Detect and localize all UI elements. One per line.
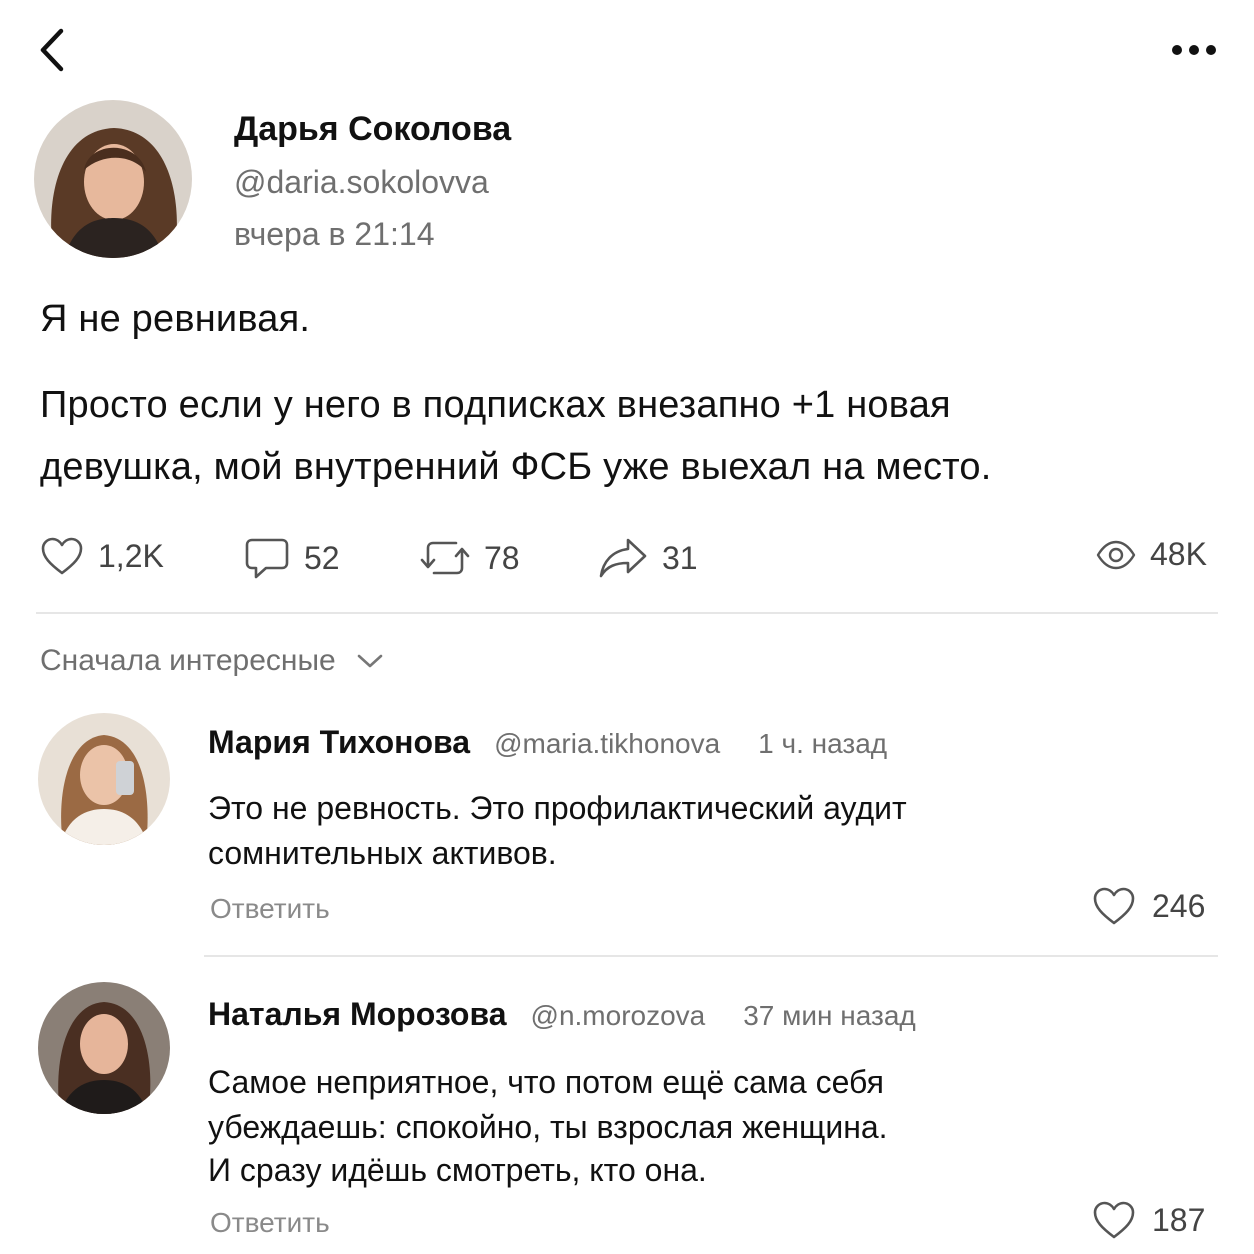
repost-count: 78 [484,539,520,576]
commenter-avatar[interactable] [38,982,170,1114]
divider [204,955,1218,957]
repost-button[interactable]: 78 [420,536,520,580]
post-time: вчера в 21:14 [234,216,435,252]
sort-label: Сначала интересные [40,644,336,677]
comment-text-line: И сразу идёшь смотреть, кто она. [208,1152,707,1188]
post-text-line: Я не ревнивая. [40,298,311,340]
commenter-handle[interactable]: @maria.tikhonova [494,728,720,760]
author-name[interactable]: Дарья Соколова [234,110,511,149]
sort-dropdown[interactable]: Сначала интересные [40,644,384,678]
more-icon [1172,45,1216,55]
heart-icon [41,537,83,575]
comment-count: 52 [304,539,340,576]
post-text-line: Просто если у него в подписках внезапно … [40,384,951,426]
comment-like-button[interactable]: 246 [1092,886,1205,926]
comment-text-line: Самое неприятное, что потом ещё сама себ… [208,1064,884,1100]
views-count: 48K [1150,536,1207,572]
like-count: 1,2K [98,537,164,574]
comment-icon [245,538,289,579]
comment-header: Мария Тихонова @maria.tikhonova 1 ч. наз… [208,724,887,761]
divider [36,612,1218,614]
comment-button[interactable]: 52 [244,536,340,580]
more-options-button[interactable] [1164,30,1224,70]
comment-text-line: убеждаешь: спокойно, ты взрослая женщина… [208,1109,888,1145]
back-icon [40,28,64,72]
heart-icon [1093,1201,1135,1239]
comment-like-button[interactable]: 187 [1092,1200,1205,1240]
comment-header: Наталья Морозова @n.morozova 37 мин наза… [208,996,916,1033]
commenter-name[interactable]: Мария Тихонова [208,724,470,761]
back-button[interactable] [28,24,76,76]
comment-time: 37 мин назад [743,1000,916,1031]
commenter-name[interactable]: Наталья Морозова [208,996,507,1033]
comment-text-line: Это не ревность. Это профилактический ау… [208,790,907,826]
commenter-handle[interactable]: @n.morozova [531,1000,706,1032]
reply-button[interactable]: Ответить [210,1207,330,1239]
comment-like-count: 187 [1152,1201,1206,1238]
eye-icon [1096,540,1136,569]
like-button[interactable]: 1,2K [40,536,164,576]
comment-time: 1 ч. назад [758,728,888,759]
share-button[interactable]: 31 [598,536,698,580]
commenter-avatar[interactable] [38,713,170,845]
author-handle[interactable]: @daria.sokolovva [234,164,489,201]
author-avatar[interactable] [34,100,192,258]
share-icon [599,538,647,578]
share-count: 31 [662,539,698,576]
repost-icon [420,541,470,575]
comment-like-count: 246 [1152,887,1206,924]
reply-button[interactable]: Ответить [210,893,330,925]
post-text-line: девушка, мой внутренний ФСБ уже выехал н… [40,446,992,488]
heart-icon [1093,887,1135,925]
comment-text-line: сомнительных активов. [208,835,557,871]
views-indicator: 48K [1096,536,1207,573]
chevron-down-icon [357,654,383,668]
